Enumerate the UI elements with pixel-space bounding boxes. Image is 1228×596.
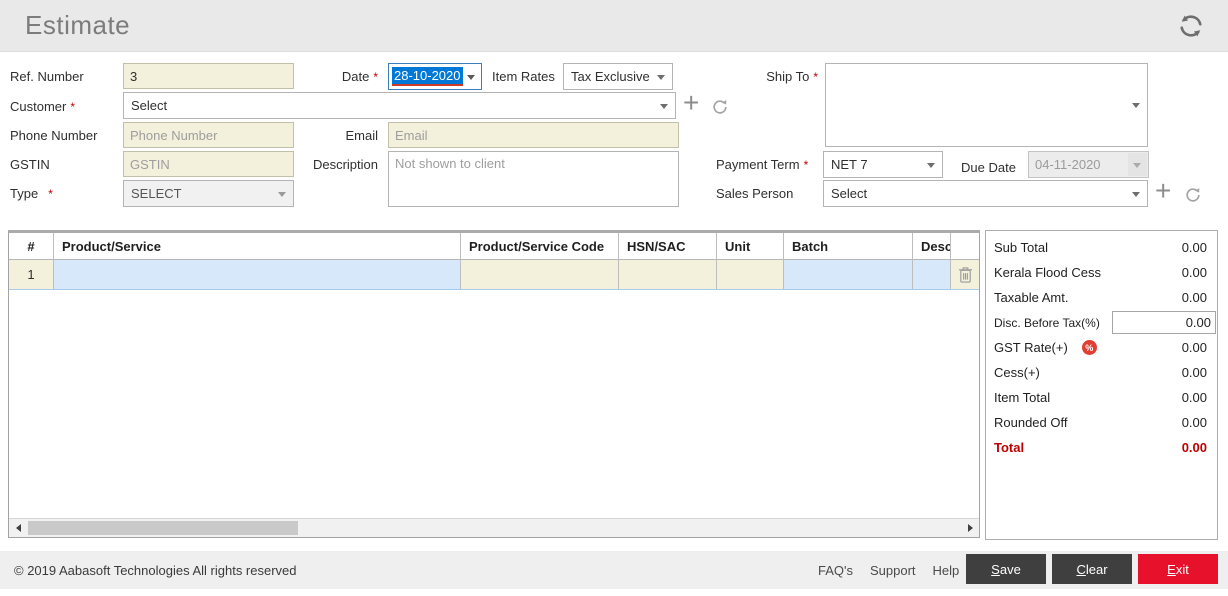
customer-select[interactable]: Select xyxy=(123,92,676,119)
phone-input[interactable] xyxy=(123,122,294,148)
header-bar: Estimate xyxy=(0,0,1228,52)
cess-row: Cess(+) 0.00 xyxy=(994,365,1207,380)
ref-number-label: Ref. Number xyxy=(10,69,84,84)
rounded-off-row: Rounded Off 0.00 xyxy=(994,415,1207,430)
desc-cell[interactable] xyxy=(913,260,951,289)
disc-before-tax-row: Disc. Before Tax(%) xyxy=(986,310,1217,335)
chevron-down-icon xyxy=(927,162,935,168)
product-service-code-cell[interactable] xyxy=(461,260,619,289)
col-header-product-service: Product/Service xyxy=(54,233,461,260)
type-select[interactable]: SELECT xyxy=(123,180,294,207)
table-row: 1 xyxy=(9,260,979,290)
description-label: Description xyxy=(312,157,378,172)
col-header-product-service-code: Product/Service Code xyxy=(461,233,619,260)
due-date-label: Due Date xyxy=(961,160,1016,175)
type-label: Type * xyxy=(10,186,53,201)
add-sales-person-button[interactable]: + xyxy=(1155,177,1171,205)
chevron-down-icon xyxy=(1132,103,1140,108)
col-header-hsn-sac: HSN/SAC xyxy=(619,233,717,260)
add-customer-button[interactable]: + xyxy=(683,89,699,117)
copyright-text: © 2019 Aabasoft Technologies All rights … xyxy=(14,563,297,578)
description-textarea[interactable] xyxy=(388,151,679,207)
phone-label: Phone Number xyxy=(10,128,98,143)
ship-to-label: Ship To * xyxy=(766,69,818,84)
email-input[interactable] xyxy=(388,122,679,148)
item-total-row: Item Total 0.00 xyxy=(994,390,1207,405)
email-label: Email xyxy=(345,128,378,143)
chevron-down-icon xyxy=(1132,191,1140,197)
sales-person-select[interactable]: Select xyxy=(823,180,1148,207)
item-rates-select[interactable]: Tax Exclusive xyxy=(563,63,673,90)
table-h-scrollbar[interactable] xyxy=(9,518,979,537)
faqs-link[interactable]: FAQ's xyxy=(818,563,853,578)
page-title: Estimate xyxy=(25,10,131,40)
payment-term-select[interactable]: NET 7 xyxy=(823,151,943,178)
chevron-down-icon xyxy=(278,191,286,197)
hsn-sac-cell[interactable] xyxy=(619,260,717,289)
col-header-num: # xyxy=(9,233,54,260)
chevron-down-icon xyxy=(657,74,665,80)
scroll-right-arrow-icon[interactable] xyxy=(961,519,979,537)
exit-button[interactable]: Exit xyxy=(1138,554,1218,584)
unit-cell[interactable] xyxy=(717,260,784,289)
required-asterisk: * xyxy=(803,158,809,172)
col-header-unit: Unit xyxy=(717,233,784,260)
footer-bar: © 2019 Aabasoft Technologies All rights … xyxy=(0,551,1228,589)
col-header-actions xyxy=(951,233,979,260)
chevron-down-icon xyxy=(660,103,668,109)
trash-icon xyxy=(958,267,972,283)
disc-before-tax-input[interactable] xyxy=(1112,311,1216,334)
required-asterisk: * xyxy=(373,70,378,84)
taxable-amt-row: Taxable Amt. 0.00 xyxy=(994,290,1207,305)
due-date-field: 04-11-2020 xyxy=(1028,151,1149,178)
chevron-down-icon xyxy=(1128,153,1147,176)
ship-to-select[interactable] xyxy=(825,63,1148,147)
customer-label: Customer * xyxy=(10,99,76,114)
percent-badge-icon[interactable]: % xyxy=(1081,340,1097,355)
gstin-input[interactable] xyxy=(123,151,294,177)
clear-button[interactable]: Clear xyxy=(1052,554,1132,584)
refresh-sales-person-icon[interactable] xyxy=(1183,185,1203,205)
help-link[interactable]: Help xyxy=(933,563,960,578)
sales-person-label: Sales Person xyxy=(716,186,794,201)
footer-links: FAQ's Support Help xyxy=(818,551,959,589)
table-header-row: # Product/Service Product/Service Code H… xyxy=(9,233,979,260)
row-number-cell: 1 xyxy=(9,260,54,289)
grand-total-row: Total 0.00 xyxy=(994,440,1207,455)
payment-term-label: Payment Term * xyxy=(716,157,809,172)
scroll-left-arrow-icon[interactable] xyxy=(9,519,27,537)
gst-rate-row: GST Rate(+)% 0.00 xyxy=(994,340,1207,355)
gstin-label: GSTIN xyxy=(10,157,50,172)
delete-row-button[interactable] xyxy=(951,260,979,289)
date-picker[interactable]: 28-10-2020 xyxy=(388,63,482,90)
date-label: Date * xyxy=(341,69,378,84)
batch-cell[interactable] xyxy=(784,260,913,289)
col-header-batch: Batch xyxy=(784,233,913,260)
item-rates-label: Item Rates xyxy=(492,69,555,84)
chevron-down-icon xyxy=(467,74,475,80)
required-asterisk: * xyxy=(70,100,76,114)
save-button[interactable]: Save xyxy=(966,554,1046,584)
refresh-customer-icon[interactable] xyxy=(710,97,730,117)
date-value-selected: 28-10-2020 xyxy=(392,67,463,86)
estimate-window: Estimate Ref. Number Customer * Phone Num… xyxy=(0,0,1228,596)
ref-number-input[interactable] xyxy=(123,63,294,89)
kerala-flood-cess-row: Kerala Flood Cess 0.00 xyxy=(994,265,1207,280)
col-header-desc: Desc xyxy=(913,233,951,260)
product-service-cell[interactable] xyxy=(54,260,461,289)
totals-panel: Sub Total 0.00 Kerala Flood Cess 0.00 Taxa… xyxy=(985,230,1218,540)
scrollbar-thumb[interactable] xyxy=(28,521,298,535)
refresh-icon[interactable] xyxy=(1176,11,1206,41)
required-asterisk: * xyxy=(813,70,818,84)
items-table: # Product/Service Product/Service Code H… xyxy=(8,230,980,538)
support-link[interactable]: Support xyxy=(870,563,916,578)
subtotal-row: Sub Total 0.00 xyxy=(994,240,1207,255)
required-asterisk: * xyxy=(48,187,53,201)
